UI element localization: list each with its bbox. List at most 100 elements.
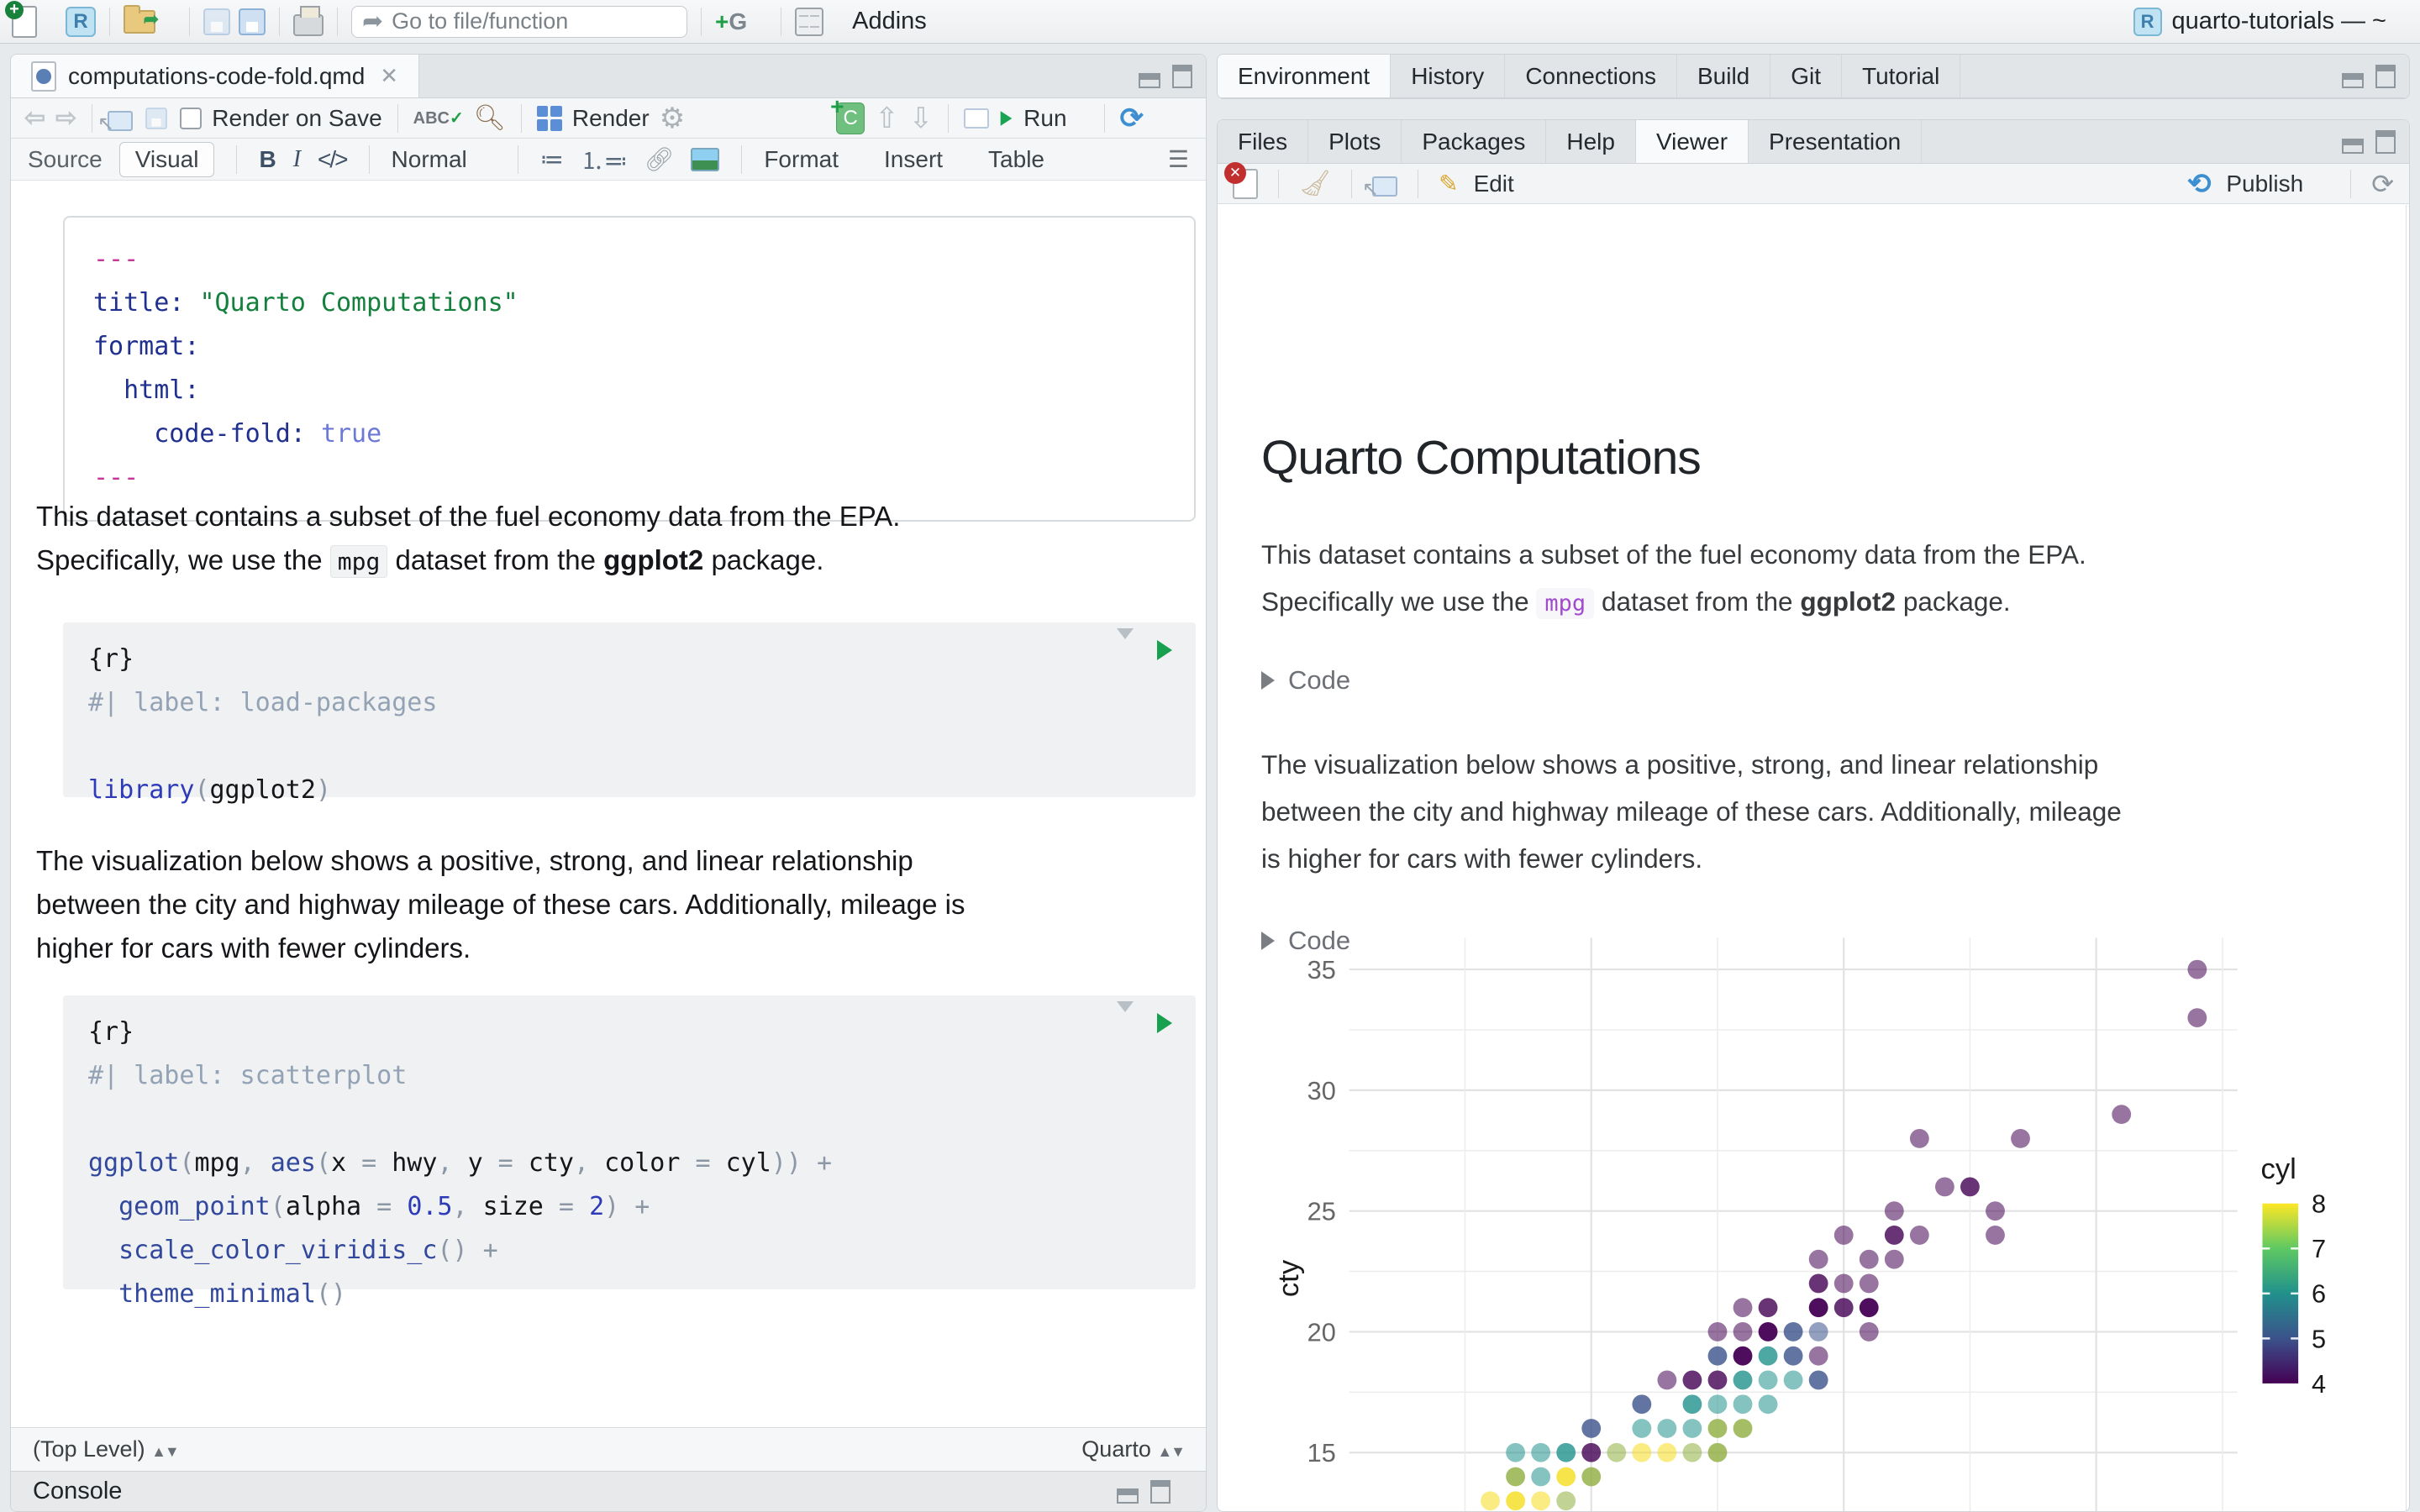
- console-minimize-icon[interactable]: [1117, 1488, 1139, 1504]
- tab-tutorial[interactable]: Tutorial: [1842, 55, 1961, 97]
- editor-tab-qmd[interactable]: computations-code-fold.qmd ✕: [11, 55, 420, 97]
- run-icon[interactable]: [964, 108, 990, 129]
- svg-text:30: 30: [1307, 1076, 1336, 1105]
- code-fold-toggle[interactable]: Code: [1261, 665, 1350, 696]
- run-chunks-above-icon[interactable]: [1117, 628, 1135, 661]
- go-next-section-icon[interactable]: ⇩: [909, 102, 934, 135]
- open-file-icon[interactable]: ➦: [124, 4, 159, 34]
- clear-viewer-icon[interactable]: 🧹︎: [1299, 169, 1331, 198]
- text-line: The visualization below shows a positive…: [36, 845, 913, 876]
- run-chunks-above-icon[interactable]: [1117, 1001, 1135, 1034]
- maximize-pane-icon[interactable]: [1172, 64, 1192, 88]
- spellcheck-icon[interactable]: ABC✓: [413, 108, 464, 129]
- code-chunk-scatterplot[interactable]: {r} #| label: scatterplot ggplot(mpg, aes…: [63, 995, 1196, 1309]
- tab-presentation[interactable]: Presentation: [1749, 120, 1923, 163]
- tab-connections[interactable]: Connections: [1505, 55, 1677, 97]
- run-chunk-icon[interactable]: [1157, 1013, 1172, 1033]
- viewer-scrollbar-gutter[interactable]: [2406, 205, 2407, 1511]
- editor-paragraph[interactable]: The visualization below shows a positive…: [36, 839, 1196, 970]
- tab-packages[interactable]: Packages: [1402, 120, 1547, 163]
- console-maximize-icon[interactable]: [1150, 1479, 1171, 1504]
- render-button[interactable]: Render: [572, 105, 650, 132]
- edit-pencil-icon[interactable]: ✎: [1439, 170, 1458, 197]
- editor-tabstrip: computations-code-fold.qmd ✕: [11, 55, 1206, 98]
- go-prev-section-icon[interactable]: ⇧: [875, 102, 899, 135]
- text-line: Specifically, we use the mpg dataset fro…: [36, 538, 1196, 584]
- render-on-save-checkbox[interactable]: [180, 107, 203, 129]
- save-all-icon[interactable]: [239, 8, 266, 35]
- render-settings-gear-icon[interactable]: ⚙: [660, 102, 685, 135]
- version-control-icon[interactable]: + G: [715, 8, 747, 35]
- visual-mode-button[interactable]: Visual: [118, 141, 215, 177]
- rerun-icon[interactable]: ⟳: [1120, 102, 1144, 135]
- minimize-pane-icon[interactable]: [1139, 72, 1160, 88]
- render-icon[interactable]: [536, 105, 562, 131]
- run-chunk-icon[interactable]: [1157, 640, 1172, 660]
- paragraph-style-select[interactable]: Normal: [392, 146, 467, 173]
- text-line: The visualization below shows a positive…: [1261, 749, 2099, 780]
- document-paragraph: This dataset contains a subset of the fu…: [1261, 531, 2379, 627]
- source-mode-button[interactable]: Source: [28, 146, 103, 173]
- refresh-icon[interactable]: ⟳: [2371, 168, 2394, 200]
- open-in-browser-icon[interactable]: [1372, 176, 1398, 197]
- code-chunk-load-packages[interactable]: {r} #| label: load-packages library(ggplo…: [63, 622, 1196, 805]
- fold-triangle-icon: [1261, 671, 1275, 690]
- code-fold-label: Code: [1288, 665, 1351, 695]
- svg-text:6: 6: [2312, 1279, 2326, 1309]
- tab-history[interactable]: History: [1391, 55, 1506, 97]
- tab-environment[interactable]: Environment: [1218, 55, 1392, 97]
- numbered-list-icon[interactable]: ⒈≕: [581, 143, 628, 176]
- tab-files[interactable]: Files: [1218, 120, 1309, 163]
- doc-type-selector[interactable]: Quarto ▲▼: [1081, 1436, 1186, 1462]
- code-format-icon[interactable]: </>: [318, 146, 349, 173]
- minimize-pane-icon[interactable]: [2342, 138, 2364, 154]
- minimize-pane-icon[interactable]: [2342, 72, 2364, 88]
- image-icon[interactable]: [691, 147, 720, 171]
- outline-toggle-icon[interactable]: ☰: [1168, 145, 1189, 173]
- maximize-pane-icon[interactable]: [2375, 64, 2396, 88]
- panes-layout-icon[interactable]: [795, 7, 824, 36]
- tab-help[interactable]: Help: [1546, 120, 1636, 163]
- text-line: This dataset contains a subset of the fu…: [36, 501, 901, 532]
- goto-file-function-input[interactable]: ➦ Go to file/function: [351, 5, 687, 38]
- search-doc-icon[interactable]: 🔍︎: [474, 103, 506, 133]
- tab-git[interactable]: Git: [1770, 55, 1843, 97]
- project-selector[interactable]: R quarto-tutorials — ~: [2133, 7, 2408, 36]
- link-icon[interactable]: 🔗︎: [644, 145, 675, 173]
- tab-plots[interactable]: Plots: [1308, 120, 1402, 163]
- editor-content[interactable]: --- title: "Quarto Computations" format: h…: [11, 182, 1206, 1427]
- popout-editor-icon[interactable]: [108, 110, 134, 131]
- scope-selector[interactable]: (Top Level) ▲▼: [33, 1436, 180, 1462]
- tab-close-icon[interactable]: ✕: [380, 63, 398, 89]
- save-icon[interactable]: [203, 8, 230, 35]
- run-play-icon[interactable]: [1000, 110, 1013, 126]
- maximize-pane-icon[interactable]: [2375, 129, 2396, 154]
- tab-viewer[interactable]: Viewer: [1635, 120, 1749, 163]
- publish-button[interactable]: Publish: [2226, 171, 2303, 197]
- publish-icon[interactable]: ⟲: [2187, 167, 2212, 201]
- new-file-icon[interactable]: +: [5, 0, 37, 38]
- back-icon[interactable]: ⇦: [24, 103, 45, 133]
- run-button[interactable]: Run: [1023, 105, 1066, 132]
- chunk-header: {r}: [88, 1017, 134, 1047]
- new-project-icon[interactable]: R: [66, 6, 96, 37]
- forward-icon[interactable]: ⇨: [55, 103, 76, 133]
- console-header[interactable]: Console: [11, 1471, 1206, 1511]
- save-doc-icon[interactable]: [145, 107, 168, 129]
- print-icon[interactable]: [293, 5, 324, 36]
- close-viewer-icon[interactable]: [1224, 161, 1258, 199]
- bold-icon[interactable]: B: [259, 146, 276, 173]
- console-title: Console: [33, 1478, 123, 1504]
- editor-paragraph[interactable]: This dataset contains a subset of the fu…: [36, 495, 1196, 584]
- yaml-block[interactable]: --- title: "Quarto Computations" format: h…: [63, 216, 1196, 522]
- svg-text:cyl: cyl: [2261, 1153, 2296, 1185]
- tab-build[interactable]: Build: [1677, 55, 1771, 97]
- edit-button[interactable]: Edit: [1474, 171, 1514, 197]
- table-menu[interactable]: Table: [988, 146, 1044, 173]
- format-menu[interactable]: Format: [764, 146, 839, 173]
- addins-button[interactable]: Addins: [852, 8, 927, 35]
- insert-chunk-icon[interactable]: C: [830, 93, 865, 134]
- bullet-list-icon[interactable]: ≔: [540, 145, 564, 173]
- insert-menu[interactable]: Insert: [884, 146, 943, 173]
- italic-icon[interactable]: I: [293, 146, 301, 173]
